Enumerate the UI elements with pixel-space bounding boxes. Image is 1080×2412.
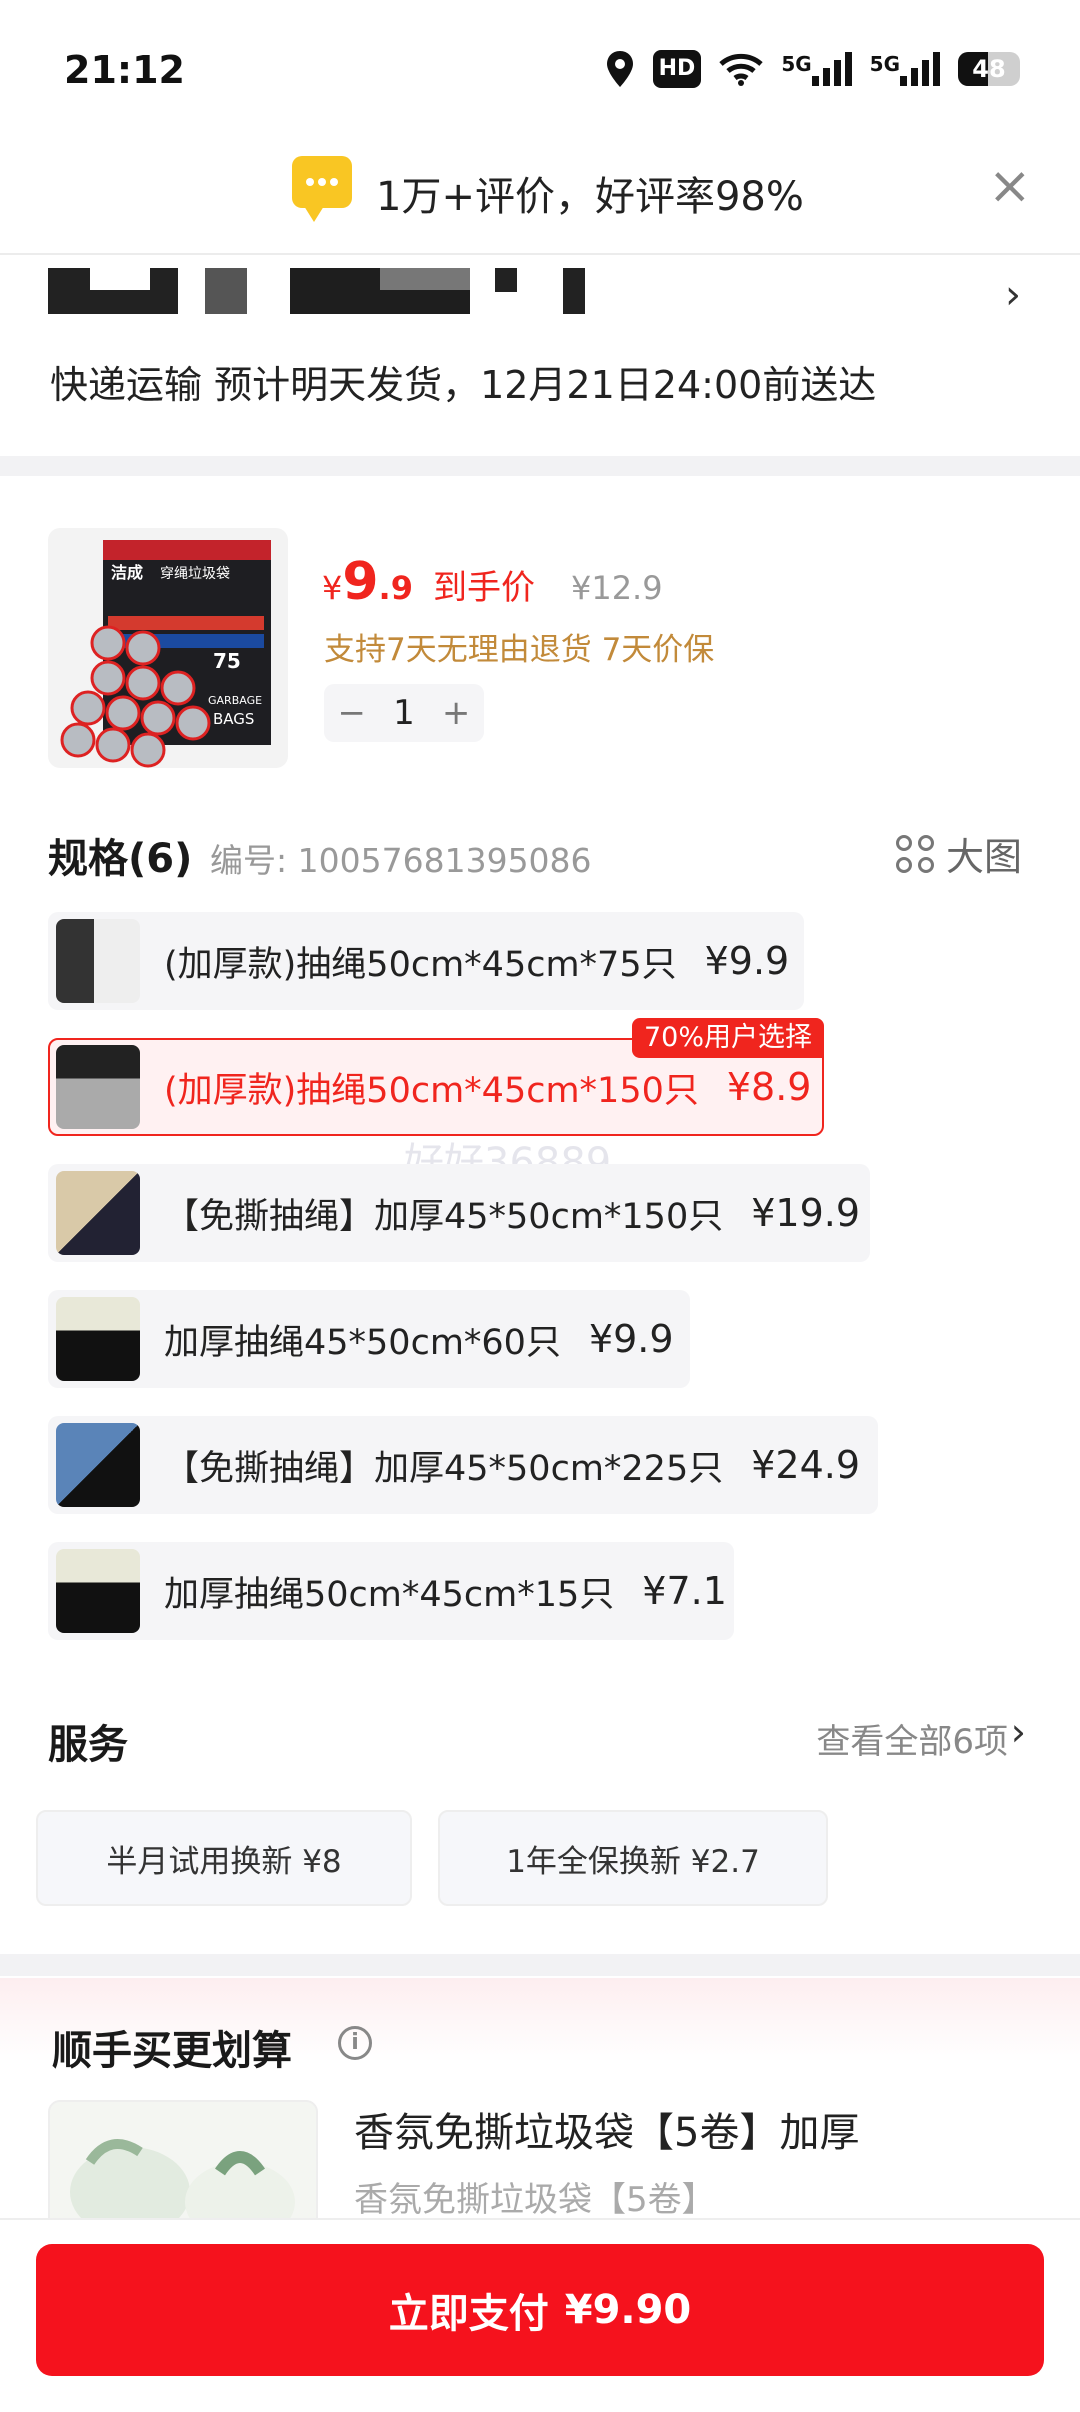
delivery-estimate: 快递运输 预计明天发货，12月21日24:00前送达: [50, 363, 877, 407]
option-price: ¥24.9: [751, 1443, 861, 1487]
hd-icon: HD: [652, 50, 702, 88]
service-option[interactable]: 1年全保换新 ¥2.7: [438, 1810, 828, 1906]
pay-amount: ¥9.90: [564, 2287, 692, 2333]
wifi-icon: [719, 53, 763, 86]
pay-now-button[interactable]: 立即支付 ¥9.90: [36, 2244, 1044, 2376]
review-summary: 1万+评价，好评率98%: [376, 174, 804, 220]
return-policy: 支持7天无理由退货 7天价保: [324, 632, 715, 668]
option-label: 加厚抽绳50cm*45cm*15只: [164, 1574, 615, 1615]
price-decimal: .9: [378, 569, 413, 607]
addon-product-image[interactable]: [48, 2100, 318, 2220]
option-price: ¥7.1: [642, 1569, 727, 1613]
option-price: ¥19.9: [751, 1191, 861, 1235]
battery-icon: 48: [958, 52, 1020, 86]
currency-symbol: ¥: [322, 569, 343, 607]
spec-option[interactable]: 加厚抽绳50cm*45cm*15只 ¥7.1: [48, 1542, 734, 1640]
decrement-button[interactable]: −: [338, 693, 367, 733]
package-name: 穿绳垃圾袋: [160, 566, 230, 582]
spec-option[interactable]: 【免撕抽绳】加厚45*50cm*150只 ¥19.9: [48, 1164, 870, 1262]
final-price-label: 到手价: [432, 568, 535, 608]
message-icon: [292, 156, 352, 222]
review-banner[interactable]: 1万+评价，好评率98% ×: [0, 140, 1080, 255]
price-integer: 9: [342, 552, 379, 612]
popular-badge: 70%用户选择: [631, 1018, 824, 1058]
package-brand: 洁成: [111, 563, 143, 582]
quantity-value[interactable]: 1: [393, 693, 415, 733]
chevron-right-icon[interactable]: ›: [1005, 272, 1021, 318]
option-price: ¥9.9: [704, 939, 790, 983]
option-label: (加厚款)抽绳50cm*45cm*75只: [164, 944, 677, 985]
original-price: ¥12.9: [570, 569, 663, 607]
option-label: 【免撕抽绳】加厚45*50cm*225只: [164, 1448, 724, 1489]
cell-signal-2: 5G: [870, 52, 940, 86]
option-thumbnail: [56, 1423, 140, 1507]
signal-bars-icon: [811, 52, 852, 86]
divider: [0, 1954, 1080, 1976]
garbage-bag-roll-icon: [70, 2139, 295, 2218]
garbage-bag-package-icon: 洁成 穿绳垃圾袋 75 GARBAGE BAGS: [60, 540, 271, 768]
network-type-2: 5G: [869, 52, 900, 76]
option-thumbnail: [56, 1171, 140, 1255]
addon-item-subtitle: 香氛免撕垃圾袋【5卷】: [354, 2180, 716, 2220]
services-title: 服务: [48, 1722, 128, 1768]
big-view-toggle[interactable]: 大图: [896, 826, 1022, 881]
spec-number: 编号: 10057681395086: [210, 841, 592, 880]
option-price: ¥8.9: [726, 1065, 812, 1109]
bottom-bar: 立即支付 ¥9.90: [0, 2218, 1080, 2412]
location-icon: [606, 51, 633, 87]
spec-option[interactable]: 加厚抽绳45*50cm*60只 ¥9.9: [48, 1290, 690, 1388]
option-thumbnail: [56, 1045, 140, 1129]
close-icon[interactable]: ×: [988, 160, 1032, 212]
signal-bars-icon: [900, 52, 940, 86]
price-row: ¥ 9 .9 到手价 ¥12.9: [322, 552, 663, 612]
spec-option-selected[interactable]: (加厚款)抽绳50cm*45cm*150只 ¥8.9 70%用户选择: [48, 1018, 824, 1136]
view-all-services[interactable]: 查看全部6项: [816, 1714, 1008, 1763]
pay-label: 立即支付: [388, 2291, 549, 2337]
info-icon[interactable]: i: [338, 2026, 372, 2060]
option-label: 加厚抽绳45*50cm*60只: [164, 1322, 561, 1363]
service-option[interactable]: 半月试用换新 ¥8: [36, 1810, 412, 1906]
network-type-1: 5G: [781, 52, 812, 76]
package-line1: GARBAGE: [208, 694, 262, 707]
status-bar: 21:12 HD 5G 5G 48: [0, 0, 1080, 130]
grid-view-icon: [896, 834, 934, 873]
status-icons: HD 5G 5G 48: [605, 44, 1020, 94]
battery-percent: 48: [972, 55, 1006, 83]
option-label: (加厚款)抽绳50cm*45cm*150只: [164, 1070, 699, 1111]
divider: [0, 456, 1080, 476]
big-view-label: 大图: [946, 835, 1023, 879]
spec-title: 规格(6): [48, 836, 193, 882]
product-image[interactable]: 洁成 穿绳垃圾袋 75 GARBAGE BAGS: [48, 528, 288, 768]
increment-button[interactable]: +: [442, 693, 471, 733]
option-thumbnail: [56, 919, 140, 1003]
option-thumbnail: [56, 1297, 140, 1381]
clock: 21:12: [64, 48, 185, 92]
option-label: 【免撕抽绳】加厚45*50cm*150只: [164, 1196, 724, 1237]
spec-option[interactable]: (加厚款)抽绳50cm*45cm*75只 ¥9.9: [48, 912, 804, 1010]
cell-signal-1: 5G: [781, 52, 852, 86]
package-count: 75: [213, 649, 241, 673]
option-thumbnail: [56, 1549, 140, 1633]
option-price: ¥9.9: [588, 1317, 674, 1361]
addon-title: 顺手买更划算: [52, 2028, 292, 2074]
addon-item-name[interactable]: 香氛免撕垃圾袋【5卷】加厚: [354, 2100, 859, 2158]
spec-option[interactable]: 【免撕抽绳】加厚45*50cm*225只 ¥24.9: [48, 1416, 878, 1514]
quantity-stepper: − 1 +: [324, 684, 484, 742]
package-line2: BAGS: [213, 710, 254, 728]
chevron-right-icon[interactable]: ›: [1011, 1710, 1026, 1754]
